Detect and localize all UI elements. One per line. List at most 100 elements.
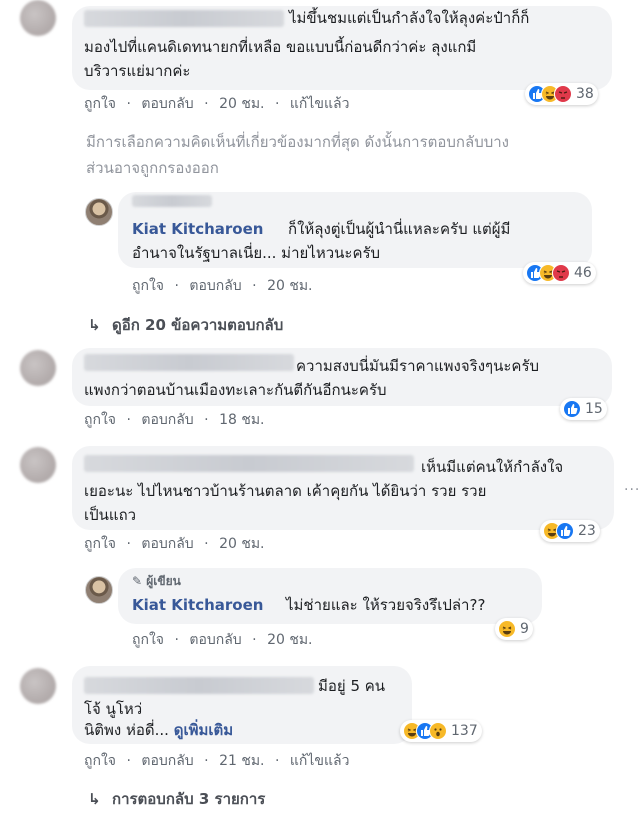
- reaction-count: 9: [520, 621, 529, 637]
- comment-text: เห็นมีแต่คนให้กำลังใจ: [421, 458, 564, 476]
- reply-actions: ถูกใจ · ตอบกลับ · 20 ชม.: [132, 631, 313, 649]
- pencil-icon: ✎: [132, 574, 143, 588]
- reply-link[interactable]: ตอบกลับ: [141, 752, 193, 770]
- reply-actions: ถูกใจ · ตอบกลับ · 20 ชม.: [132, 277, 313, 295]
- commenter-name-blurred[interactable]: [84, 10, 284, 27]
- wow-icon: [429, 722, 447, 740]
- avatar[interactable]: [85, 198, 113, 226]
- comment-text: มีอยู่ 5 คน: [318, 677, 386, 695]
- reply-link[interactable]: ตอบกลับ: [141, 411, 193, 429]
- separator: ·: [126, 412, 131, 428]
- timestamp[interactable]: 18 ชม.: [219, 411, 264, 429]
- comment-text: เป็นแถว: [84, 506, 137, 524]
- notice-line: ส่วนอาจถูกกรองออก: [86, 159, 219, 177]
- filter-notice: มีการเลือกความคิดเห็นที่เกี่ยวข้องมากที่…: [86, 129, 509, 181]
- like-link[interactable]: ถูกใจ: [132, 277, 164, 295]
- timestamp[interactable]: 20 ชม.: [267, 631, 312, 649]
- comment-actions: ถูกใจ · ตอบกลับ · 21 ชม. · แก้ไขแล้ว: [84, 752, 349, 770]
- comment-text-with-link: นิติพง ห่อดี่... ดูเพิ่มเติม: [84, 720, 233, 741]
- separator: ·: [252, 278, 257, 294]
- comment-text: เยอะนะ ไปไหนชาวบ้านร้านตลาด เค้าคุยกัน ไ…: [84, 482, 487, 500]
- separator: ·: [204, 753, 209, 769]
- like-icon: [556, 522, 574, 540]
- view-more-replies-label: ดูอีก 20 ข้อความตอบกลับ: [112, 316, 284, 334]
- like-link[interactable]: ถูกใจ: [84, 752, 116, 770]
- comment-actions: ถูกใจ · ตอบกลับ · 18 ชม.: [84, 411, 265, 429]
- reply-link[interactable]: ตอบกลับ: [141, 95, 193, 113]
- reply-link[interactable]: ตอบกลับ: [189, 277, 241, 295]
- comment-text: ไม่ขึ้นชมแต่เป็นกำลังใจให้ลุงค่ะป๋าก็ก็: [289, 9, 530, 27]
- reply-text: ก็ให้ลุงตู่เป็นผู้นำนี่แหละครับ แต่ผู้มี: [288, 220, 511, 238]
- angry-icon: [552, 264, 570, 282]
- angry-icon: [554, 85, 572, 103]
- separator: ·: [174, 278, 179, 294]
- reaction-count: 137: [451, 723, 478, 739]
- comment-text: โจ้ นูโหว่: [84, 700, 143, 718]
- comment-text: มองไปที่แคนดิเดทนายกที่เหลือ ขอแบบนี้ก่อ…: [84, 38, 477, 56]
- author-badge-label: ผู้เขียน: [146, 574, 181, 588]
- reaction-summary[interactable]: 46: [523, 262, 596, 284]
- reaction-count: 46: [574, 265, 592, 281]
- view-replies-label: การตอบกลับ 3 รายการ: [112, 790, 266, 808]
- reaction-count: 23: [578, 523, 596, 539]
- avatar[interactable]: [85, 576, 113, 604]
- comment-actions: ถูกใจ · ตอบกลับ · 20 ชม.: [84, 535, 265, 553]
- like-link[interactable]: ถูกใจ: [132, 631, 164, 649]
- timestamp[interactable]: 21 ชม.: [219, 752, 264, 770]
- reaction-summary[interactable]: 137: [400, 720, 482, 742]
- separator: ·: [274, 753, 280, 769]
- avatar[interactable]: [20, 668, 56, 704]
- reply-text: ไม่ช่ายและ ให้รวยจริงรึเปล่า??: [286, 596, 486, 614]
- haha-icon: [498, 620, 516, 638]
- separator: ·: [126, 96, 131, 112]
- reply-link[interactable]: ตอบกลับ: [141, 535, 193, 553]
- author-badge: ✎ ผู้เขียน: [132, 573, 181, 589]
- edited-label[interactable]: แก้ไขแล้ว: [290, 95, 350, 113]
- commenter-name-blurred[interactable]: [84, 677, 314, 694]
- separator: ·: [126, 536, 131, 552]
- avatar[interactable]: [20, 447, 56, 483]
- like-link[interactable]: ถูกใจ: [84, 535, 116, 553]
- separator: ·: [126, 753, 131, 769]
- timestamp[interactable]: 20 ชม.: [219, 535, 264, 553]
- commenter-name-blurred[interactable]: [84, 455, 414, 472]
- reaction-summary[interactable]: 38: [525, 83, 598, 105]
- reply-text: อำนาจในรัฐบาลเนี่ย... ม่ายไหวนะครับ: [132, 244, 381, 262]
- comment-text: บริวารแย่มากค่ะ: [84, 62, 191, 80]
- reaction-summary[interactable]: 23: [540, 520, 600, 542]
- like-link[interactable]: ถูกใจ: [84, 95, 116, 113]
- reply-link[interactable]: ตอบกลับ: [189, 631, 241, 649]
- separator: ·: [252, 632, 257, 648]
- reaction-summary[interactable]: 9: [495, 618, 533, 640]
- see-more-link[interactable]: ดูเพิ่มเติม: [174, 721, 233, 739]
- view-replies-link[interactable]: ↳ การตอบกลับ 3 รายการ: [88, 789, 265, 809]
- separator: ·: [174, 632, 179, 648]
- comment-actions: ถูกใจ · ตอบกลับ · 20 ชม. · แก้ไขแล้ว: [84, 95, 349, 113]
- mention-blurred: [132, 195, 212, 207]
- comment-text: แพงกว่าตอนบ้านเมืองทะเลาะกันตีกันอีกนะคร…: [84, 381, 387, 399]
- timestamp[interactable]: 20 ชม.: [267, 277, 312, 295]
- view-more-replies-link[interactable]: ↳ ดูอีก 20 ข้อความตอบกลับ: [88, 315, 283, 335]
- reaction-summary[interactable]: 15: [560, 398, 607, 420]
- reply-arrow-icon: ↳: [88, 316, 101, 334]
- comment-text: นิติพง ห่อดี่...: [84, 721, 169, 739]
- reply-arrow-icon: ↳: [88, 790, 101, 808]
- reply-author-name[interactable]: Kiat Kitcharoen: [132, 595, 263, 616]
- timestamp[interactable]: 20 ชม.: [219, 95, 264, 113]
- more-options-icon[interactable]: ···: [624, 482, 640, 498]
- avatar[interactable]: [20, 350, 56, 386]
- commenter-name-blurred[interactable]: [84, 354, 294, 371]
- reaction-count: 38: [576, 86, 594, 102]
- avatar[interactable]: [20, 0, 56, 36]
- reaction-count: 15: [585, 401, 603, 417]
- edited-label[interactable]: แก้ไขแล้ว: [290, 752, 350, 770]
- notice-line: มีการเลือกความคิดเห็นที่เกี่ยวข้องมากที่…: [86, 133, 509, 151]
- separator: ·: [274, 96, 280, 112]
- reply-author-name[interactable]: Kiat Kitcharoen: [132, 219, 263, 240]
- like-link[interactable]: ถูกใจ: [84, 411, 116, 429]
- separator: ·: [204, 536, 209, 552]
- separator: ·: [204, 412, 209, 428]
- separator: ·: [204, 96, 209, 112]
- like-icon: [563, 400, 581, 418]
- comment-text: ความสงบนี่มันมีราคาแพงจริงๆนะครับ: [296, 357, 540, 375]
